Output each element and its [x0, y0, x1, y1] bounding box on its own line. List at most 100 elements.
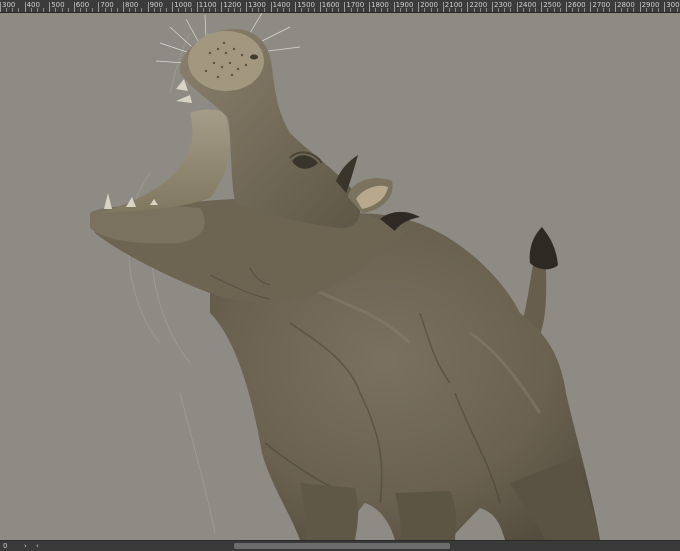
drawing-canvas[interactable] — [0, 13, 680, 540]
ruler-minor-tick — [461, 8, 463, 12]
ruler-major-tick — [418, 2, 420, 12]
ruler-minor-tick — [258, 8, 260, 12]
ruler-label: 2600 — [567, 1, 586, 9]
ruler-minor-tick — [405, 8, 407, 12]
front-leg-right — [395, 491, 456, 540]
ruler-minor-tick — [528, 8, 530, 12]
ruler-label: 400 — [26, 1, 40, 9]
ruler-label: 2700 — [592, 1, 611, 9]
ruler-minor-tick — [159, 8, 161, 12]
ruler-label: 3000 — [666, 1, 680, 9]
ruler-major-tick — [492, 2, 493, 12]
ruler-minor-tick — [338, 8, 340, 12]
ruler-minor-tick — [455, 8, 457, 12]
ruler-minor-tick — [202, 8, 204, 12]
ruler-label: 1400 — [272, 1, 291, 9]
ruler-label: 2800 — [617, 1, 635, 9]
scroll-prev-button[interactable]: ‹ — [36, 541, 39, 551]
ruler-minor-tick — [627, 8, 629, 12]
ruler-minor-tick — [135, 8, 137, 12]
ruler-label: 300 — [2, 1, 16, 9]
ruler-major-tick — [221, 2, 223, 12]
ruler-minor-tick — [6, 8, 8, 12]
ruler-label: 800 — [125, 1, 139, 9]
ruler-minor-tick — [375, 8, 377, 12]
app-window: 300 400 500 600 700 800 900 1000 1100 1200 1300 140… — [0, 0, 680, 551]
scroll-position-label: 0 — [3, 542, 8, 550]
ruler-minor-tick — [596, 8, 598, 12]
ruler-minor-tick — [264, 8, 266, 12]
ruler-minor-tick — [381, 8, 383, 12]
ruler-minor-tick — [633, 8, 635, 12]
ruler-major-tick — [590, 2, 592, 12]
ruler-major-tick — [196, 2, 198, 12]
ruler-label: 2200 — [469, 1, 488, 9]
ruler-minor-tick — [276, 8, 278, 12]
ruler-minor-tick — [178, 8, 180, 12]
ruler-minor-tick — [350, 8, 352, 12]
ruler-minor-tick — [233, 8, 235, 12]
ruler-minor-tick — [289, 8, 291, 12]
ruler-minor-tick — [36, 8, 38, 12]
ruler-major-tick — [639, 2, 641, 12]
ruler-minor-tick — [448, 8, 450, 12]
ruler-major-tick — [98, 2, 100, 12]
ruler-minor-tick — [104, 8, 106, 12]
ruler-major-tick — [344, 2, 346, 12]
ruler-minor-tick — [602, 8, 604, 12]
ruler-minor-tick — [239, 8, 241, 12]
ruler-minor-tick — [547, 8, 549, 12]
artwork — [90, 13, 600, 540]
ruler-minor-tick — [110, 8, 112, 12]
ruler-major-tick — [123, 2, 124, 12]
horizontal-scrollbar[interactable]: 0 › ‹ — [0, 540, 680, 551]
ruler-minor-tick — [535, 8, 537, 12]
ruler-minor-tick — [282, 8, 284, 12]
ruler-minor-tick — [166, 8, 168, 12]
ruler-minor-tick — [608, 8, 610, 12]
ruler-minor-tick — [12, 8, 14, 12]
ruler-minor-tick — [670, 8, 672, 12]
ruler-minor-tick — [436, 8, 438, 12]
ruler-label: 1600 — [321, 1, 340, 9]
ruler-label: 700 — [100, 1, 114, 9]
ruler-major-tick — [172, 2, 174, 12]
ruler-minor-tick — [325, 8, 327, 12]
nostril-icon — [250, 54, 258, 60]
ruler-minor-tick — [584, 8, 586, 12]
ruler-major-tick — [615, 2, 616, 12]
ruler-major-tick — [516, 2, 518, 12]
ruler-label: 500 — [51, 1, 65, 9]
ruler-minor-tick — [578, 8, 580, 12]
ruler-minor-tick — [30, 8, 32, 12]
ruler-minor-tick — [399, 8, 401, 12]
ruler-minor-tick — [43, 8, 45, 12]
ruler-minor-tick — [485, 8, 487, 12]
ruler-label: 1100 — [198, 1, 217, 9]
ruler-minor-tick — [116, 8, 118, 12]
ruler-label: 1700 — [346, 1, 365, 9]
ruler-minor-tick — [504, 8, 506, 12]
ruler-minor-tick — [307, 8, 309, 12]
ruler-minor-tick — [332, 8, 334, 12]
scroll-thumb[interactable] — [234, 543, 450, 549]
front-leg-left — [300, 483, 359, 540]
ruler-minor-tick — [86, 8, 88, 12]
ruler-major-tick — [147, 2, 149, 12]
horizontal-ruler[interactable]: 300 400 500 600 700 800 900 1000 1100 1200 1300 140… — [0, 0, 680, 13]
ruler-major-tick — [73, 2, 75, 12]
ruler-major-tick — [467, 2, 469, 12]
ruler-minor-tick — [522, 8, 524, 12]
ruler-minor-tick — [473, 8, 475, 12]
ruler-label: 2100 — [444, 1, 463, 9]
ruler-minor-tick — [55, 8, 57, 12]
ruler-minor-tick — [153, 8, 155, 12]
ruler-minor-tick — [215, 8, 217, 12]
scroll-next-button[interactable]: › — [24, 541, 27, 551]
ruler-major-tick — [664, 2, 666, 12]
ruler-major-tick — [565, 2, 567, 12]
ruler-minor-tick — [190, 8, 192, 12]
ruler-minor-tick — [479, 8, 481, 12]
ruler-major-tick — [0, 2, 1, 12]
mouth-interior — [100, 109, 230, 213]
